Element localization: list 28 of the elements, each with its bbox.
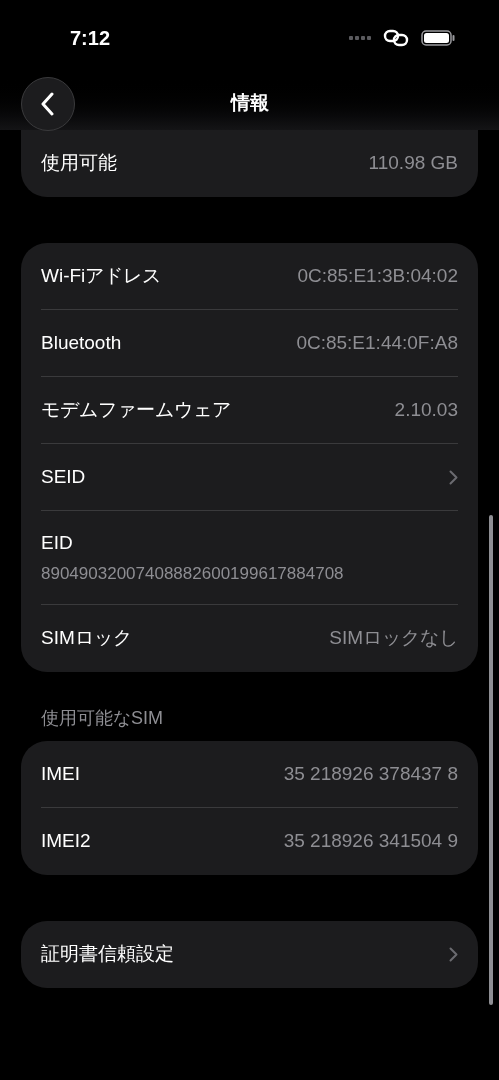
- signal-dots-icon: [349, 35, 371, 40]
- row-label: Bluetooth: [41, 330, 122, 355]
- chevron-icon: [449, 469, 458, 485]
- link-icon: [383, 28, 409, 47]
- status-time: 7:12: [70, 25, 111, 51]
- back-chevron-icon: [41, 92, 55, 116]
- row-value: 35 218926 341504 9: [283, 829, 458, 854]
- section-header: 使用可能なSIM: [40, 707, 164, 730]
- battery-icon: [421, 29, 455, 46]
- settings-row[interactable]: SEID: [41, 444, 458, 511]
- row-value: 0C:85:E1:44:0F:A8: [296, 330, 458, 355]
- row-label: モデムファームウェア: [41, 397, 231, 422]
- row-value: 0C:85:E1:3B:04:02: [297, 263, 458, 288]
- row-label: 使用可能: [41, 151, 117, 176]
- row-value: 2.10.03: [394, 397, 458, 422]
- row-label: SIMロック: [41, 626, 132, 651]
- row-label: IMEI: [41, 761, 81, 786]
- settings-row[interactable]: 証明書信頼設定: [41, 921, 458, 988]
- row-label: IMEI2: [41, 829, 91, 854]
- row-value: SIMロックなし: [329, 626, 458, 651]
- page-title: 情報: [230, 90, 269, 115]
- row-value: 35 218926 378437 8: [283, 761, 458, 786]
- row-label: EID: [41, 530, 74, 555]
- back-button[interactable]: [21, 77, 75, 131]
- row-value: 110.98 GB: [368, 151, 458, 176]
- chevron-icon: [449, 947, 458, 962]
- row-label: Wi-Fiアドレス: [41, 263, 162, 288]
- row-value: 89049032007408882600199617884708: [41, 563, 345, 585]
